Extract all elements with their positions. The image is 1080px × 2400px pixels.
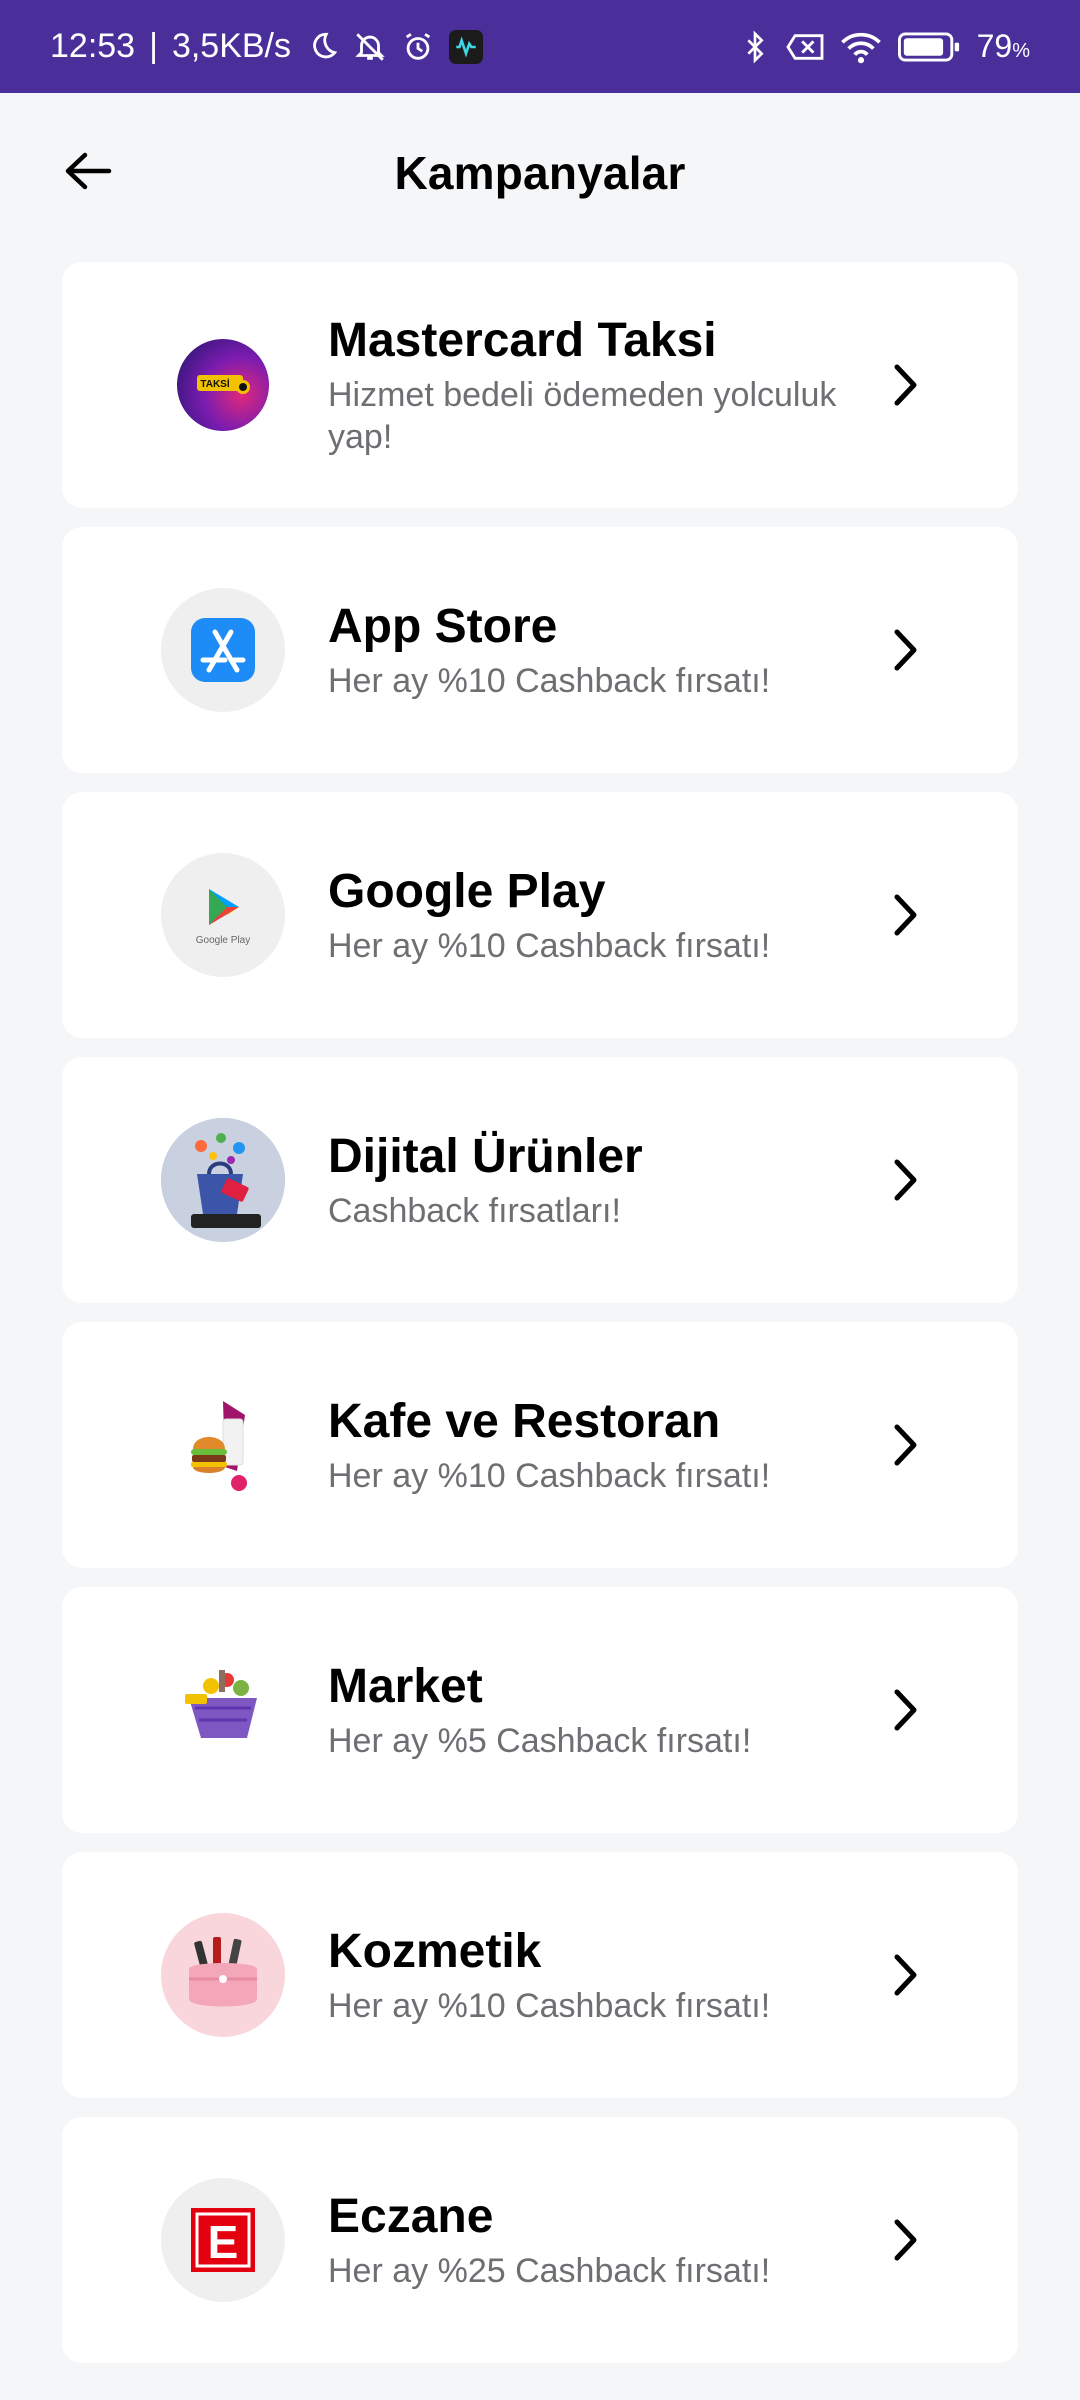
campaign-card-market[interactable]: Market Her ay %5 Cashback fırsatı! — [62, 1587, 1018, 1833]
cosmetics-bag-icon — [161, 1913, 285, 2037]
campaign-card-app-store[interactable]: App Store Her ay %10 Cashback fırsatı! — [62, 527, 1018, 773]
campaign-card-dijital-urunler[interactable]: Dijital Ürünler Cashback fırsatları! — [62, 1057, 1018, 1303]
campaign-title: Google Play — [328, 865, 606, 918]
campaign-title: Kafe ve Restoran — [328, 1395, 721, 1448]
campaign-card-kozmetik[interactable]: Kozmetik Her ay %10 Cashback fırsatı! — [62, 1852, 1018, 2098]
campaign-subtitle: Her ay %25 Cashback fırsatı! — [328, 2252, 771, 2290]
campaign-card-google-play[interactable]: Google Play Google Play Her ay %10 Cashb… — [62, 792, 1018, 1038]
wifi-icon — [839, 30, 883, 64]
chevron-right-icon — [886, 624, 926, 676]
chevron-right-icon — [886, 1154, 926, 1206]
bluetooth-icon — [739, 29, 771, 65]
campaign-subtitle: Her ay %5 Cashback fırsatı! — [328, 1722, 752, 1760]
bell-muted-icon — [353, 30, 387, 64]
campaign-title: Market — [328, 1660, 483, 1713]
alarm-icon — [401, 30, 435, 64]
app-store-icon — [161, 588, 285, 712]
battery-icon — [897, 31, 963, 63]
campaign-subtitle: Her ay %10 Cashback fırsatı! — [328, 1987, 771, 2025]
google-play-icon: Google Play — [161, 853, 285, 977]
campaign-subtitle: Her ay %10 Cashback fırsatı! — [328, 1457, 771, 1495]
campaign-card-mastercard-taksi[interactable]: TAKSİ Mastercard Taksi Hizmet bedeli öde… — [62, 262, 1018, 508]
pharmacy-e-icon: E — [161, 2178, 285, 2302]
svg-text:Google Play: Google Play — [196, 935, 250, 946]
status-time: 12:53 — [50, 27, 136, 65]
grocery-basket-icon — [161, 1648, 285, 1772]
taksi-logo-icon: TAKSİ — [177, 339, 269, 431]
campaign-card-eczane[interactable]: E Eczane Her ay %25 Cashback fırsatı! — [62, 2117, 1018, 2363]
status-separator: | — [149, 27, 158, 65]
campaign-list: TAKSİ Mastercard Taksi Hizmet bedeli öde… — [62, 262, 1018, 2382]
campaign-subtitle: Her ay %10 Cashback fırsatı! — [328, 662, 771, 700]
battery-percent: 79% — [976, 28, 1030, 64]
app-notification-icon — [449, 29, 484, 64]
campaign-title: Eczane — [328, 2190, 494, 2243]
chevron-right-icon — [886, 1684, 926, 1736]
campaign-subtitle: Hizmet bedeli ödemeden yolculuk yap! — [328, 376, 837, 456]
campaign-card-kafe-restoran[interactable]: Kafe ve Restoran Her ay %10 Cashback fır… — [62, 1322, 1018, 1568]
app-header: Kampanyalar — [0, 93, 1080, 253]
chevron-right-icon — [886, 2214, 926, 2266]
chevron-right-icon — [886, 1419, 926, 1471]
svg-text:TAKSİ: TAKSİ — [200, 377, 229, 390]
status-network-speed: 3,5KB/s — [171, 27, 292, 65]
back-arrow-icon — [63, 151, 113, 196]
campaign-subtitle: Her ay %10 Cashback fırsatı! — [328, 927, 771, 965]
chevron-right-icon — [886, 889, 926, 941]
burger-icon — [161, 1383, 285, 1507]
moon-icon — [305, 30, 339, 64]
no-sim-icon — [785, 30, 825, 64]
back-button[interactable] — [58, 143, 118, 203]
chevron-right-icon — [886, 359, 926, 411]
campaign-title: App Store — [328, 600, 558, 653]
campaign-title: Mastercard Taksi — [328, 314, 717, 367]
svg-text:E: E — [208, 2216, 239, 2268]
chevron-right-icon — [886, 1949, 926, 2001]
page-title: Kampanyalar — [394, 147, 686, 199]
campaign-subtitle: Cashback fırsatları! — [328, 1192, 621, 1230]
status-bar: 12:53 | 3,5KB/s 79% — [0, 0, 1080, 93]
digital-products-icon — [161, 1118, 285, 1242]
campaign-title: Kozmetik — [328, 1925, 542, 1978]
campaign-title: Dijital Ürünler — [328, 1130, 643, 1183]
